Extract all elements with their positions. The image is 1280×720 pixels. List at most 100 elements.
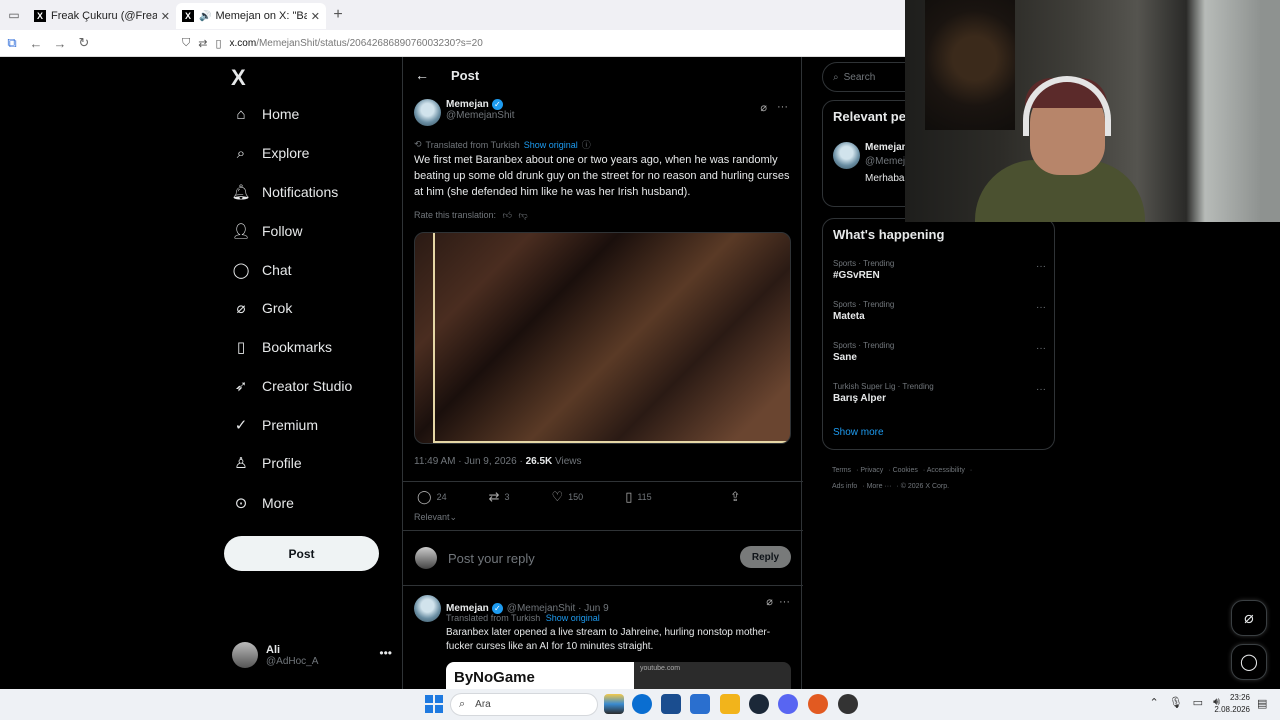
trend-context: Sports · Trending [833,341,895,350]
network-icon[interactable]: ▭ [1193,696,1203,709]
more-dots-icon[interactable]: ··· [777,101,788,114]
repost-icon: ⇄ [488,488,500,504]
trend-item[interactable]: Sports · Trending Sane ··· [833,341,1046,363]
nav-item-chat[interactable]: ◯ Chat [232,261,292,279]
chat-fab-icon[interactable]: ◯ [1231,644,1267,680]
nav-item-premium[interactable]: ✓ Premium [232,416,318,434]
address-bar[interactable]: ⛉ ⇄ ▯ x.com/MemejanShit/status/206426868… [182,37,483,50]
thumbs-down-icon[interactable]: 👎︎ [518,210,527,220]
bookmark-action[interactable]: ▯ 115 [625,489,652,505]
permissions-icon[interactable]: ⇄ [198,37,207,50]
footer-link[interactable]: Accessibility [927,467,965,474]
tweet-time[interactable]: 11:49 AM · Jun 9, 2026 · [414,456,526,467]
x-logo[interactable]: X [231,65,246,91]
avatar[interactable] [414,99,441,126]
clock-date: 2.08.2026 [1214,705,1250,714]
account-switcher[interactable]: Ali @AdHoc_A ••• [232,642,392,668]
nav-item-profile[interactable]: ♙ Profile [232,454,301,472]
avatar[interactable] [833,142,860,169]
nav-item-bookmarks[interactable]: ▯ Bookmarks [232,338,332,356]
footer-link[interactable]: Terms [832,467,851,474]
nav-item-creator-studio[interactable]: ➶ Creator Studio [232,377,353,395]
tweet-video[interactable] [414,232,791,444]
more-dots-icon[interactable]: ··· [1036,384,1046,395]
reply-text: Baranbex later opened a live stream to J… [446,627,771,652]
more-dots-icon[interactable]: ⌀ ··· [766,595,790,608]
task-view-icon[interactable] [604,694,624,714]
steam-icon[interactable] [749,694,769,714]
new-tab-icon[interactable]: + [326,6,350,24]
outlook-icon[interactable] [690,694,710,714]
nav-item-notifications[interactable]: 🔔︎ Notifications [231,183,338,201]
reply-tweet[interactable]: Memejan ✓ @MemejanShit · Jun 9 ⌀ ··· Tra… [414,595,794,692]
nav-item-more[interactable]: ⊙ More [232,494,294,512]
trend-title: Mateta [833,311,865,322]
app-icon[interactable] [838,694,858,714]
reply-sort-dropdown[interactable]: Relevant⌄ [414,512,457,523]
footer-link[interactable]: Cookies [893,467,918,474]
show-more-link[interactable]: Show more [833,427,884,438]
close-tab-icon[interactable]: ✕ [311,10,320,23]
more-dots-icon[interactable]: ··· [1036,343,1046,354]
trend-item[interactable]: Sports · Trending #GSvREN ··· [833,259,1046,281]
author-name-row[interactable]: Memejan ✓ [446,99,515,110]
speaker-icon[interactable]: 🔊 [199,11,211,22]
nav-item-home[interactable]: ⌂ Home [232,105,299,123]
tweet-author: Memejan ✓ @MemejanShit ⌀ ··· [414,99,792,126]
file-explorer-icon[interactable] [720,694,740,714]
person-icon: ♙ [234,455,248,472]
discord-icon[interactable] [778,694,798,714]
more-dots-icon[interactable]: ••• [379,646,392,660]
edge-icon[interactable] [632,694,652,714]
nav-item-explore[interactable]: ⌕ Explore [232,144,310,162]
firefox-icon[interactable] [808,694,828,714]
show-original-link[interactable]: Show original [546,613,600,623]
grok-icon[interactable]: ⌀ [760,101,767,114]
reload-icon[interactable]: ↻ [72,35,96,51]
author-handle[interactable]: @MemejanShit [446,110,515,121]
reply-action[interactable]: ◯ 24 [417,489,447,505]
footer-link[interactable]: Privacy [860,467,883,474]
reply-input[interactable]: Post your reply [448,551,535,566]
notification-icon[interactable]: ▤ [1257,697,1267,710]
url-text[interactable]: x.com/MemejanShit/status/206426868907600… [230,38,483,49]
bookmark-icon: ▯ [625,488,633,504]
tab-overview-icon[interactable]: ▭ [0,0,28,30]
show-original-link[interactable]: Show original [524,140,578,150]
microphone-icon[interactable]: 🎙︎ [1169,696,1183,709]
sidebar-toggle-icon[interactable]: ⧉ [0,35,24,51]
forward-icon[interactable]: → [48,36,72,51]
browser-tab[interactable]: X Freak Çukuru (@FreakCukuruX) ✕ [28,3,176,29]
reply-button[interactable]: Reply [740,546,791,568]
heart-icon: ♡ [551,488,564,504]
reply-media[interactable]: ByNoGame youtube.com [446,662,791,692]
taskbar-clock[interactable]: 23:26 2.08.2026 [1210,692,1250,716]
footer-link[interactable]: More ··· [867,483,892,490]
like-action[interactable]: ♡ 150 [552,489,584,505]
thumbs-up-icon[interactable]: 👍︎ [503,210,512,220]
chevron-up-icon[interactable]: ⌃ [1149,696,1158,709]
grok-fab-icon[interactable]: ⌀ [1231,600,1267,636]
nav-item-follow[interactable]: 👤︎ Follow [231,222,302,240]
person-name[interactable]: Memejan [865,142,908,153]
windows-start-icon[interactable] [425,695,443,713]
browser-tab-active[interactable]: X 🔊 Memejan on X: "Baranbex l ✕ [176,3,326,29]
back-icon[interactable]: ← [24,36,48,51]
avatar[interactable] [414,595,441,622]
nav-item-grok[interactable]: ⌀ Grok [232,299,292,317]
taskbar-search[interactable]: ⌕ Ara [450,693,598,716]
share-action[interactable]: ⇪ [730,489,746,505]
trend-item[interactable]: Sports · Trending Mateta ··· [833,300,1046,322]
more-dots-icon[interactable]: ··· [1036,302,1046,313]
back-arrow-icon[interactable]: ← [415,67,429,83]
more-dots-icon[interactable]: ··· [1036,261,1046,272]
close-tab-icon[interactable]: ✕ [161,10,170,23]
views-count: 26.5K [525,456,553,467]
post-button[interactable]: Post [224,536,379,571]
info-icon[interactable]: ⓘ [582,138,591,151]
shield-icon[interactable]: ⛉ [182,37,190,50]
footer-link[interactable]: Ads info [832,483,857,490]
repost-action[interactable]: ⇄ 3 [489,489,510,505]
store-icon[interactable] [661,694,681,714]
trend-item[interactable]: Turkish Super Lig · Trending Barış Alper… [833,382,1046,404]
